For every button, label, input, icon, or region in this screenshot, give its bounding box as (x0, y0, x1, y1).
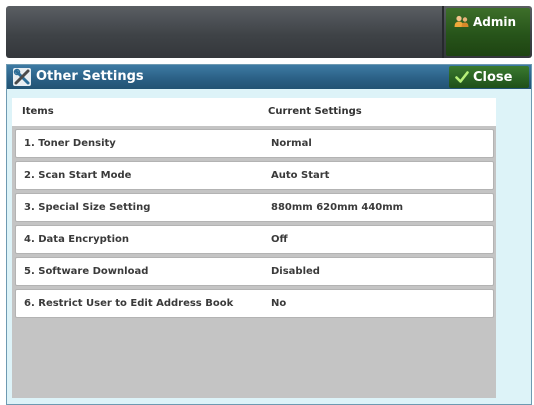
close-button[interactable]: Close (449, 66, 529, 88)
row-setting-value: No (271, 298, 287, 309)
row-setting-value: Auto Start (271, 170, 330, 181)
admin-button[interactable]: Admin (446, 8, 530, 56)
column-header-current-settings: Current Settings (268, 106, 362, 117)
row-item-label: 6. Restrict User to Edit Address Book (24, 298, 234, 309)
message-area (6, 6, 444, 58)
table-row-data-encryption[interactable]: 4. Data Encryption Off (15, 225, 494, 254)
dialog-title: Other Settings (36, 69, 144, 84)
admin-label: Admin (473, 15, 517, 29)
table-row-restrict-user-edit-address-book[interactable]: 6. Restrict User to Edit Address Book No (15, 289, 494, 318)
column-header-items: Items (22, 106, 54, 117)
tools-icon (13, 68, 31, 86)
row-item-label: 4. Data Encryption (24, 234, 129, 245)
row-item-label: 5. Software Download (24, 266, 149, 277)
table-row-toner-density[interactable]: 1. Toner Density Normal (15, 129, 494, 158)
row-setting-value: Disabled (271, 266, 320, 277)
row-setting-value: Normal (271, 138, 312, 149)
row-item-label: 2. Scan Start Mode (24, 170, 132, 181)
settings-table: Items Current Settings 1. Toner Density … (12, 98, 496, 398)
dialog-titlebar: Other Settings Close (7, 65, 531, 89)
admin-user-icon (454, 15, 469, 27)
row-item-label: 3. Special Size Setting (24, 202, 151, 213)
top-status-bar: Admin (6, 6, 532, 58)
row-setting-value: Off (271, 234, 288, 245)
close-label: Close (473, 69, 513, 85)
table-row-special-size-setting[interactable]: 3. Special Size Setting 880mm 620mm 440m… (15, 193, 494, 222)
row-setting-value: 880mm 620mm 440mm (271, 202, 404, 213)
checkmark-icon (455, 71, 469, 83)
table-row-scan-start-mode[interactable]: 2. Scan Start Mode Auto Start (15, 161, 494, 190)
row-item-label: 1. Toner Density (24, 138, 116, 149)
other-settings-dialog: Other Settings Close Items Current Setti… (6, 64, 532, 405)
table-row-software-download[interactable]: 5. Software Download Disabled (15, 257, 494, 286)
table-rows: 1. Toner Density Normal 2. Scan Start Mo… (12, 126, 496, 398)
table-header: Items Current Settings (12, 98, 496, 126)
